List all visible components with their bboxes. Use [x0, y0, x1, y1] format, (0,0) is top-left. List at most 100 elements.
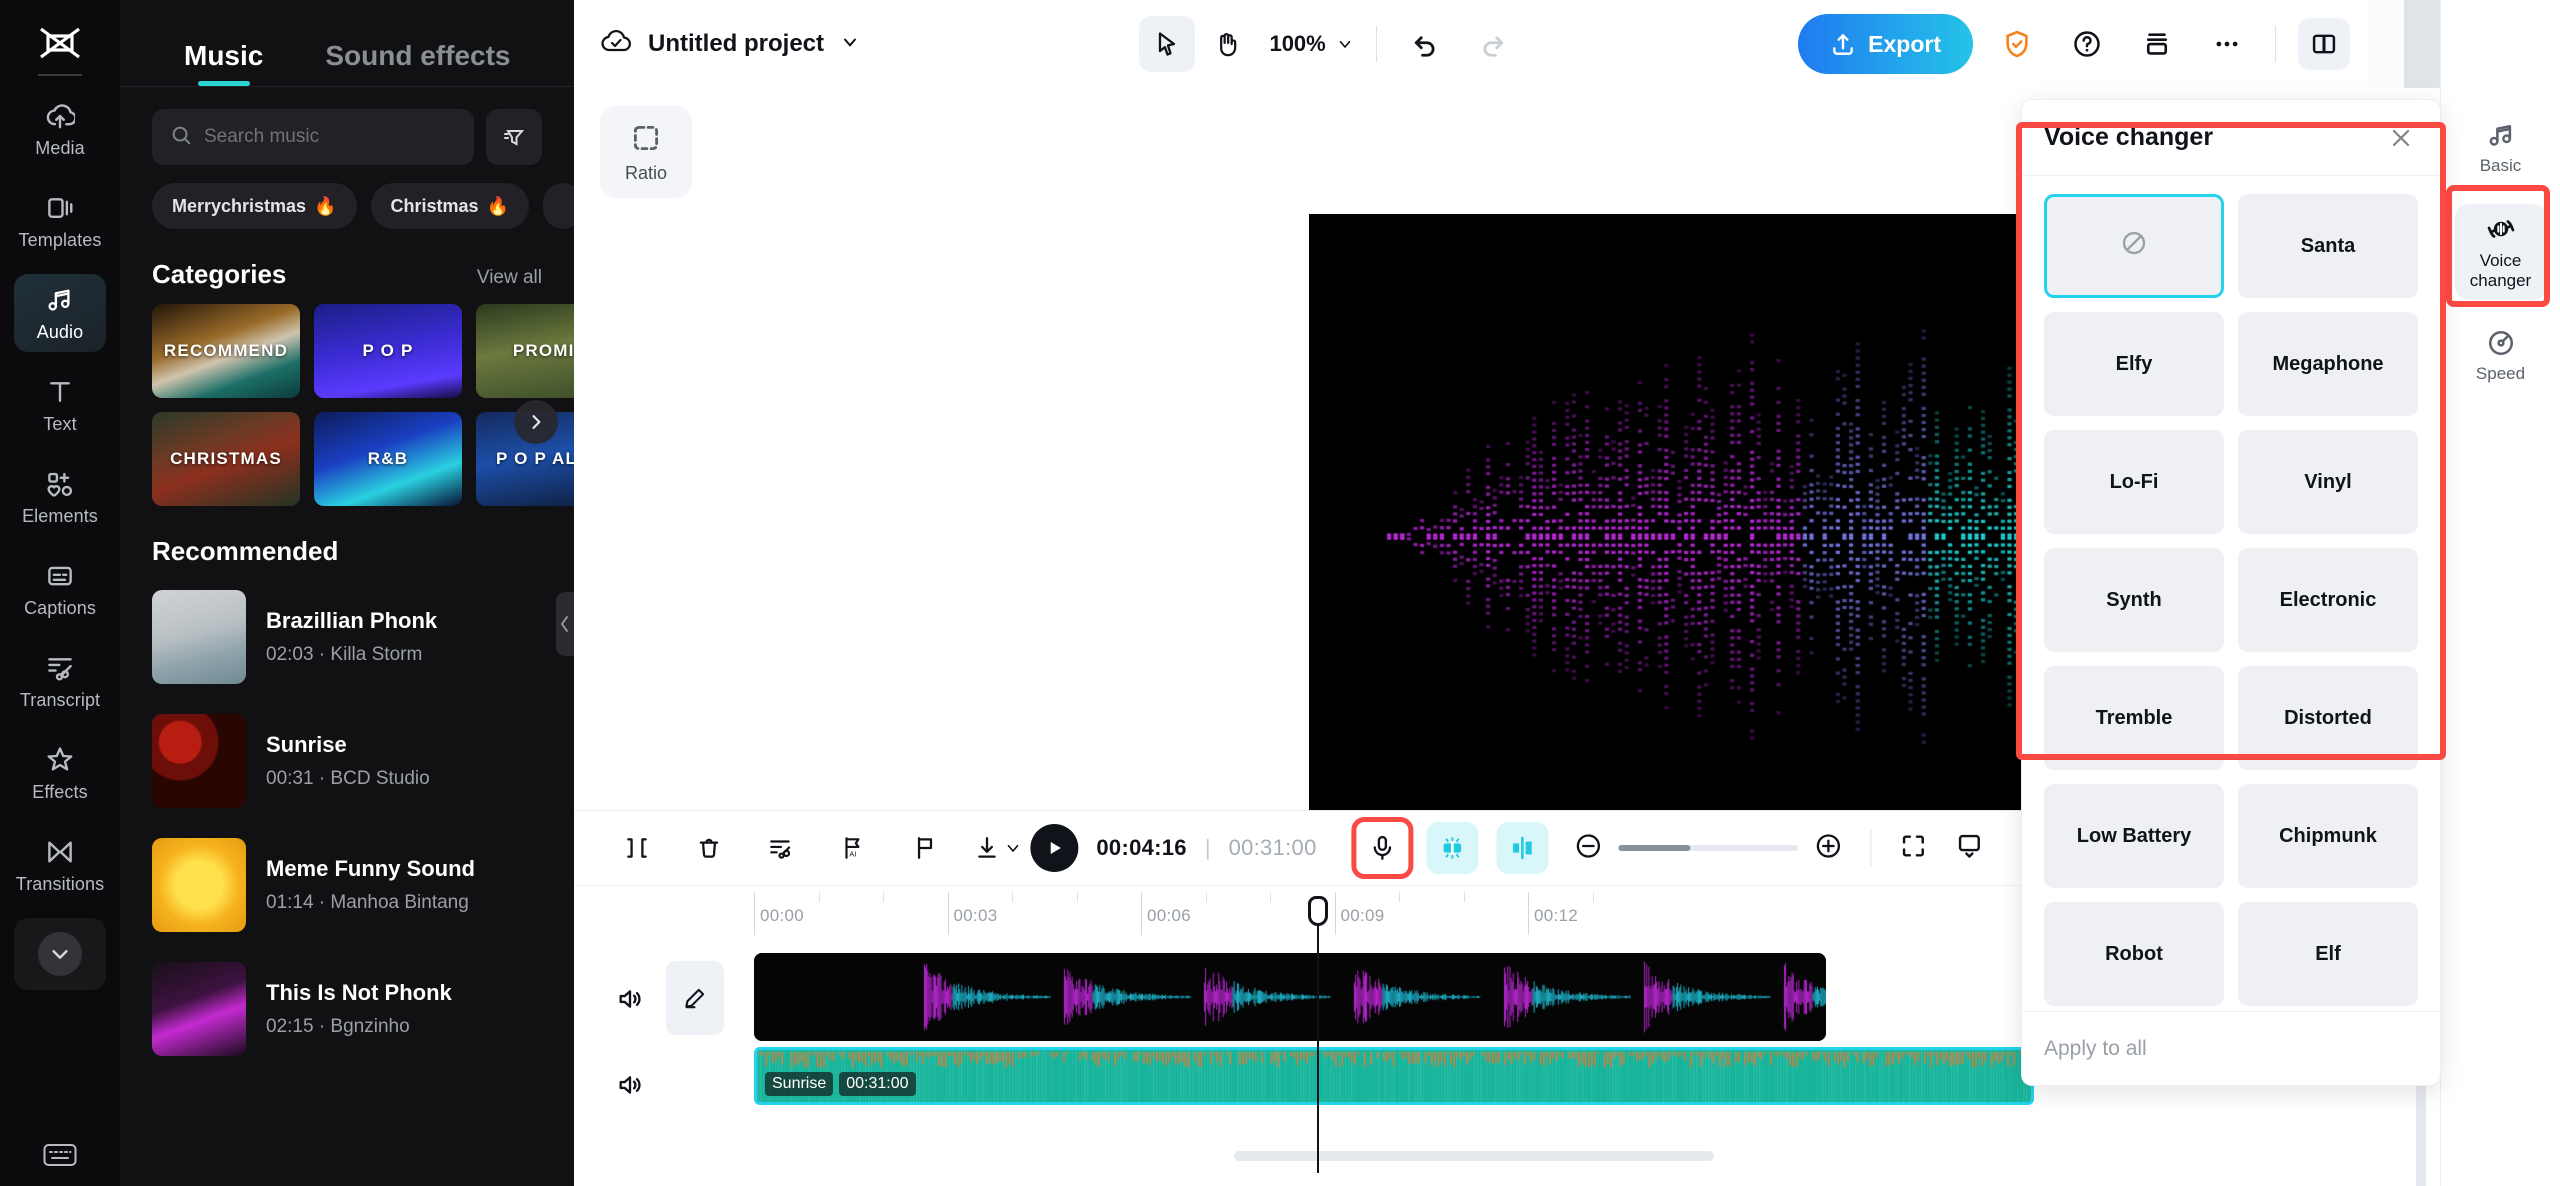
layout-toggle-button[interactable]	[2298, 18, 2350, 70]
timeline-horizontal-scrollbar[interactable]	[1234, 1151, 1714, 1161]
music-tag-overflow[interactable]	[543, 183, 574, 229]
record-voiceover-button[interactable]	[1357, 822, 1409, 874]
right-rail-item-speed[interactable]: Speed	[2455, 308, 2547, 404]
rail-more-button[interactable]	[14, 918, 106, 990]
fit-to-screen-button[interactable]	[1900, 832, 1928, 865]
recommended-header: Recommended	[120, 506, 574, 569]
panel-collapse-handle[interactable]	[556, 592, 574, 656]
sidebar-item-transitions[interactable]: Transitions	[14, 826, 106, 904]
sidebar-item-captions[interactable]: Captions	[14, 550, 106, 628]
list-item[interactable]: Meme Funny Sound01:14 · Manhoa Bintang	[152, 823, 542, 947]
auto-cut-icon[interactable]	[758, 825, 804, 871]
sidebar-item-audio[interactable]: Audio	[14, 274, 106, 352]
zoom-out-button[interactable]	[1575, 832, 1603, 865]
ratio-button[interactable]: Ratio	[600, 106, 692, 198]
track-volume-audio[interactable]	[610, 1065, 650, 1105]
categories-view-all[interactable]: View all	[477, 267, 542, 289]
mirror-split-button[interactable]	[1497, 822, 1549, 874]
more-options-button[interactable]	[2201, 18, 2253, 70]
layers-button[interactable]	[2131, 18, 2183, 70]
sidebar-item-effects[interactable]: Effects	[14, 734, 106, 812]
search-box[interactable]	[152, 109, 474, 165]
window-maximize-button[interactable]	[2404, 0, 2440, 88]
voice-option-santa[interactable]: Santa	[2238, 194, 2418, 298]
list-item[interactable]: Sunrise00:31 · BCD Studio	[152, 699, 542, 823]
category-card[interactable]: CHRISTMAS	[152, 412, 300, 506]
sidebar-item-media[interactable]: Media	[14, 90, 106, 168]
split-icon[interactable]	[614, 825, 660, 871]
zoom-in-button[interactable]	[1815, 832, 1843, 865]
hand-tool-button[interactable]	[1199, 16, 1255, 72]
filter-button[interactable]	[486, 109, 542, 165]
edit-clip-button[interactable]	[666, 961, 724, 1035]
search-input[interactable]	[204, 126, 456, 148]
project-title-button[interactable]: Untitled project	[600, 29, 860, 60]
playhead-knob[interactable]	[1308, 896, 1328, 926]
ruler-label: 00:03	[954, 906, 998, 926]
video-clip[interactable]	[754, 953, 1826, 1041]
preview-monitor-button[interactable]	[1956, 832, 1984, 865]
music-tag[interactable]: Merrychristmas🔥	[152, 183, 357, 229]
ai-flag-icon[interactable]: AI	[830, 825, 876, 871]
category-card[interactable]: R&B	[314, 412, 462, 506]
voice-option-elfy[interactable]: Elfy	[2044, 312, 2224, 416]
cursor-tools	[1139, 16, 1255, 72]
delete-trash-icon[interactable]	[686, 825, 732, 871]
voice-option-lo-fi[interactable]: Lo-Fi	[2044, 430, 2224, 534]
keyboard-shortcut-button[interactable]	[0, 1142, 120, 1168]
export-button[interactable]: Export	[1798, 14, 1973, 74]
keyframe-button[interactable]	[1427, 822, 1479, 874]
voice-option-robot[interactable]: Robot	[2044, 902, 2224, 1006]
chevron-right-icon[interactable]	[514, 400, 558, 444]
voice-option-elf[interactable]: Elf	[2238, 902, 2418, 1006]
flag-marker-icon[interactable]	[902, 825, 948, 871]
sidebar-item-transcript[interactable]: Transcript	[14, 642, 106, 720]
music-tag[interactable]: Christmas🔥	[371, 183, 529, 229]
voice-option-tremble[interactable]: Tremble	[2044, 666, 2224, 770]
track-volume-video[interactable]	[610, 979, 650, 1019]
play-button[interactable]	[1030, 824, 1078, 872]
audio-clip[interactable]: Sunrise 00:31:00	[754, 1047, 2034, 1105]
zoom-level-select[interactable]: 100%	[1269, 31, 1353, 57]
voice-changer-header: Voice changer	[2022, 100, 2440, 176]
sidebar-item-templates[interactable]: Templates	[14, 182, 106, 260]
voice-option-megaphone[interactable]: Megaphone	[2238, 312, 2418, 416]
sidebar-item-text[interactable]: Text	[14, 366, 106, 444]
playhead-ruler[interactable]	[1317, 898, 1319, 935]
help-button[interactable]	[2061, 18, 2113, 70]
right-rail-label-basic: Basic	[2480, 156, 2522, 176]
window-minimize-button[interactable]	[2368, 0, 2404, 88]
right-rail-item-voice-changer[interactable]: Voice changer	[2455, 204, 2547, 300]
voice-option-chipmunk[interactable]: Chipmunk	[2238, 784, 2418, 888]
voice-option-distorted[interactable]: Distorted	[2238, 666, 2418, 770]
list-item[interactable]: This Is Not Phonk02:15 · Bgnzinho	[152, 947, 542, 1071]
apply-to-all-label[interactable]: Apply to all	[2044, 1037, 2147, 1061]
category-card[interactable]: PROMIS	[476, 304, 574, 398]
download-button[interactable]	[974, 835, 1022, 861]
voice-option-vinyl[interactable]: Vinyl	[2238, 430, 2418, 534]
category-card[interactable]: RECOMMEND	[152, 304, 300, 398]
zoom-slider-track[interactable]	[1619, 845, 1799, 851]
playhead[interactable]	[1317, 935, 1319, 1173]
voice-option-synth[interactable]: Synth	[2044, 548, 2224, 652]
voice-option-low-battery[interactable]: Low Battery	[2044, 784, 2224, 888]
tab-music[interactable]: Music	[184, 40, 263, 86]
select-tool-button[interactable]	[1139, 16, 1195, 72]
redo-button[interactable]	[1467, 18, 1519, 70]
list-item[interactable]: Brazillian Phonk02:03 · Killa Storm	[152, 575, 542, 699]
voice-option-none[interactable]	[2044, 194, 2224, 298]
ruler-tick	[1528, 892, 1529, 935]
right-rail-item-basic[interactable]: Basic	[2455, 100, 2547, 196]
capcut-logo-icon[interactable]	[34, 22, 86, 64]
category-card[interactable]: P O P	[314, 304, 462, 398]
shield-check-button[interactable]	[1991, 18, 2043, 70]
sidebar-item-label: Captions	[24, 598, 96, 619]
category-card-label: CHRISTMAS	[170, 449, 282, 469]
undo-button[interactable]	[1399, 18, 1451, 70]
left-icon-rail: Media Templates Audio Text Elements Captions T…	[0, 0, 120, 1186]
ruler-tick	[1464, 892, 1465, 902]
voice-option-electronic[interactable]: Electronic	[2238, 548, 2418, 652]
sidebar-item-elements[interactable]: Elements	[14, 458, 106, 536]
tab-sound-effects[interactable]: Sound effects	[325, 40, 510, 86]
close-icon[interactable]	[2384, 121, 2418, 155]
